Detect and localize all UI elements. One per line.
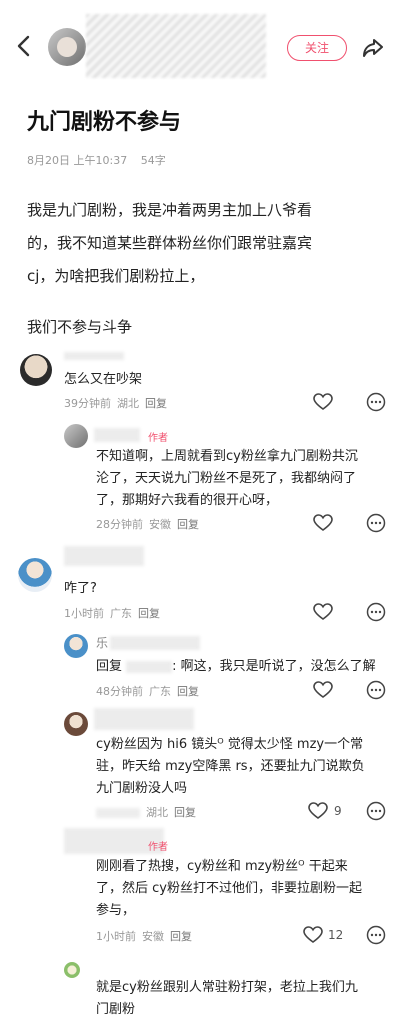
- reply-button[interactable]: 回复: [177, 685, 199, 698]
- comment-location: 湖北: [117, 397, 139, 410]
- post-meta: 8月20日 上午10:37 54字: [27, 152, 176, 168]
- share-icon[interactable]: [360, 35, 386, 61]
- post-date: 8月20日 上午10:37: [27, 154, 128, 167]
- top-bar: 关注: [0, 0, 402, 92]
- comment-meta: 39分钟前 湖北 回复: [64, 395, 173, 411]
- author-reply-avatar[interactable]: [64, 424, 88, 448]
- heart-icon[interactable]: [313, 603, 333, 621]
- heart-icon[interactable]: [313, 514, 333, 532]
- reply-avatar[interactable]: [64, 634, 88, 658]
- commenter-avatar[interactable]: [18, 558, 52, 592]
- comment-meta: 1小时前 安徽 回复: [96, 928, 198, 944]
- more-options-icon[interactable]: [366, 602, 386, 622]
- comment-location: 湖北: [146, 806, 168, 819]
- commenter-name-blurred: [64, 546, 144, 566]
- reply-button[interactable]: 回复: [174, 806, 196, 819]
- post-body-line: 的，我不知道某些群体粉丝你们跟常驻嘉宾: [27, 234, 313, 252]
- more-options-icon[interactable]: [366, 801, 386, 821]
- reply-avatar[interactable]: [64, 962, 80, 978]
- comment-line: 门剧粉: [96, 1002, 136, 1017]
- post-title: 九门剧粉不参与: [27, 110, 182, 135]
- comment-time: 28分钟前: [96, 518, 143, 531]
- reply-button[interactable]: 回复: [138, 607, 160, 620]
- comment-text: 不知道啊，上周就看到cy粉丝拿九门剧粉共沉 沦了，天天说九门粉丝不是死了，我都纳…: [96, 446, 358, 512]
- commenter-name-blurred: [94, 708, 194, 730]
- commenter-avatar[interactable]: [20, 354, 52, 386]
- comment-time-blurred: [96, 808, 140, 818]
- reply-button[interactable]: 回复: [170, 930, 192, 943]
- post-word-count: 54字: [140, 154, 166, 167]
- comment-meta: 48分钟前 广东 回复: [96, 683, 205, 699]
- comment-time: 48分钟前: [96, 685, 143, 698]
- comment-line: 了，然后 cy粉丝打不过他们，非要拉剧粉一起: [96, 881, 362, 896]
- like-count: 12: [328, 928, 344, 942]
- author-avatar[interactable]: [48, 28, 86, 66]
- post-body-line: cj，为啥把我们剧粉拉上，: [27, 267, 205, 285]
- author-tag: 作者: [148, 842, 168, 853]
- commenter-name-blurred: [94, 428, 140, 442]
- comment-location: 安徽: [149, 518, 171, 531]
- reply-avatar[interactable]: [64, 712, 88, 736]
- follow-button[interactable]: 关注: [287, 35, 347, 61]
- heart-icon[interactable]: [313, 393, 333, 411]
- reply-button[interactable]: 回复: [145, 397, 167, 410]
- comment-text: 刚刚看了热搜，cy粉丝和 mzy粉丝ᴼ 干起来 了，然后 cy粉丝打不过他们，非…: [96, 856, 362, 922]
- comment-line: cy粉丝因为 hi6 镜头ᴼ 觉得太少怪 mzy一个常: [96, 737, 364, 752]
- comment-text: 就是cy粉丝跟别人常驻粉打架，老拉上我们九 门剧粉: [96, 977, 358, 1021]
- comment-meta: 1小时前 广东 回复: [64, 605, 166, 621]
- comment-text: 回复 : 啊这，我只是听说了，没怎么了解: [96, 656, 376, 678]
- heart-icon[interactable]: [313, 681, 333, 699]
- author-tag: 作者: [148, 433, 168, 444]
- comment-line: 了，那期好六我看的很开心呀，: [96, 493, 279, 508]
- comment-location: 安徽: [142, 930, 164, 943]
- comment-line: 沦了，天天说九门粉丝不是死了，我都纳闷了: [96, 471, 357, 486]
- more-options-icon[interactable]: [366, 513, 386, 533]
- commenter-name-blurred: [110, 636, 200, 650]
- comment-text: 怎么又在吵架: [64, 372, 143, 387]
- chevron-left-icon[interactable]: [14, 34, 34, 58]
- post-body: 我是九门剧粉，我是冲着两男主加上八爷看 的，我不知道某些群体粉丝你们跟常驻嘉宾 …: [27, 194, 377, 293]
- more-options-icon[interactable]: [366, 392, 386, 412]
- comment-meta: 湖北 回复: [96, 804, 202, 820]
- comment-time: 1小时前: [64, 607, 104, 620]
- author-name-blurred: [86, 14, 266, 78]
- comment-line: 刚刚看了热搜，cy粉丝和 mzy粉丝ᴼ 干起来: [96, 859, 348, 874]
- comment-location: 广东: [149, 685, 171, 698]
- like-count: 9: [334, 804, 342, 818]
- commenter-name-blurred: [64, 352, 124, 360]
- reply-prefix: 回复: [96, 659, 127, 674]
- comment-line: 参与，: [96, 903, 136, 918]
- comment-meta: 28分钟前 安徽 回复: [96, 516, 205, 532]
- comment-text: cy粉丝因为 hi6 镜头ᴼ 觉得太少怪 mzy一个常 驻，昨天给 mzy空降黑…: [96, 734, 365, 800]
- comment-location: 广东: [110, 607, 132, 620]
- reply-target-blurred: [126, 660, 173, 673]
- heart-icon[interactable]: [303, 926, 323, 944]
- comment-text: 咋了?: [64, 581, 97, 596]
- comment-time: 1小时前: [96, 930, 136, 943]
- heart-icon[interactable]: [308, 802, 328, 820]
- more-options-icon[interactable]: [366, 680, 386, 700]
- comment-line: 驻，昨天给 mzy空降黑 rs，还要扯九门说欺负: [96, 759, 365, 774]
- more-options-icon[interactable]: [366, 925, 386, 945]
- post-body-paragraph: 我们不参与斗争: [27, 318, 133, 336]
- reply-content: : 啊这，我只是听说了，没怎么了解: [172, 659, 376, 674]
- reply-button[interactable]: 回复: [177, 518, 199, 531]
- comment-line: 不知道啊，上周就看到cy粉丝拿九门剧粉共沉: [96, 449, 358, 464]
- comment-line: 九门剧粉没人吗: [96, 781, 188, 796]
- reply-name-fragment: 乐: [96, 636, 109, 650]
- post-body-line: 我是九门剧粉，我是冲着两男主加上八爷看: [27, 201, 313, 219]
- comment-time: 39分钟前: [64, 397, 111, 410]
- comment-line: 就是cy粉丝跟别人常驻粉打架，老拉上我们九: [96, 980, 358, 995]
